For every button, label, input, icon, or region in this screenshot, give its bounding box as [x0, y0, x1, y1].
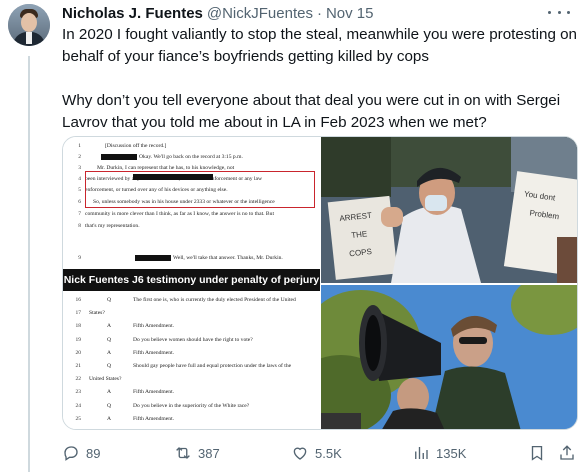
document-line-text: Well, we'll take that answer. Thanks, Mr…	[173, 255, 283, 261]
document-line-text: community is more clever than I think, a…	[85, 211, 275, 217]
document-line-text: Should gay people have full and equal pr…	[133, 363, 292, 369]
more-options-icon[interactable]	[548, 4, 570, 20]
document-qa-mark: A	[107, 389, 112, 395]
document-line-number: 22	[75, 376, 82, 382]
share-icon	[560, 445, 574, 460]
testimony-document-image[interactable]: 1 [Discussion off the record.] 2 Okay. We'l…	[63, 137, 320, 429]
document-line-number: 7	[78, 211, 81, 217]
document-line-text: Fifth Amendment.	[133, 350, 175, 356]
views-icon	[415, 447, 428, 459]
document-line-number: 16	[75, 297, 82, 303]
document-line-text: Fifth Amendment.	[133, 416, 175, 422]
document-qa-mark: A	[107, 323, 112, 329]
document-line-number: 25	[75, 416, 82, 422]
megaphone-photo[interactable]	[321, 285, 577, 429]
document-qa-mark: A	[107, 350, 112, 356]
avatar[interactable]	[8, 4, 50, 46]
document-qa-mark: Q	[107, 297, 112, 303]
repost-count: 387	[198, 445, 220, 461]
document-qa-mark: Q	[107, 363, 112, 369]
document-line-number: 6	[78, 199, 81, 205]
redaction-bar	[101, 154, 137, 160]
reply-count: 89	[86, 445, 101, 461]
document-line-number: 8	[78, 223, 81, 229]
document-line-number: 21	[75, 363, 82, 369]
document-line-text: The first one is, who is currently the d…	[133, 297, 296, 303]
document-line-number: 20	[75, 350, 82, 356]
document-line-number: 1	[78, 143, 81, 149]
tweet-date[interactable]: Nov 15	[326, 5, 374, 22]
document-line-text: [Discussion off the record.]	[105, 143, 167, 149]
thread-line	[28, 56, 30, 472]
like-count: 5.5K	[315, 445, 342, 461]
document-line-number: 19	[75, 337, 82, 343]
document-line-number: 3	[78, 165, 81, 171]
like-button[interactable]: 5.5K	[291, 442, 342, 464]
document-line-text: that's my representation.	[85, 223, 140, 229]
author-name[interactable]: Nicholas J. Fuentes	[62, 5, 203, 22]
reply-icon	[64, 446, 78, 461]
protest-photo[interactable]: ARREST THE COPS You dont Problem	[321, 137, 577, 283]
document-line-text: Okay. We'll go back on the record at 3:1…	[139, 154, 243, 160]
document-line-text: Do you believe women should have the rig…	[133, 337, 253, 343]
action-bar: 89 387 5.5K 135K	[62, 442, 574, 464]
document-line-number: 4	[78, 176, 81, 182]
document-line-text: United States?	[89, 376, 122, 382]
views-button[interactable]: 135K	[412, 442, 466, 464]
reply-button[interactable]: 89	[62, 442, 100, 464]
sign-text-line: THE	[351, 229, 368, 240]
document-qa-mark: A	[107, 416, 112, 422]
media-grid[interactable]: 1 [Discussion off the record.] 2 Okay. We'l…	[62, 136, 578, 430]
bookmark-button[interactable]	[528, 442, 546, 464]
document-line-number: 24	[75, 403, 82, 409]
tweet-card[interactable]: Nicholas J. Fuentes @NickJFuentes · Nov …	[0, 0, 585, 472]
tweet-paragraph-2: Why don’t you tell everyone about that d…	[62, 92, 561, 131]
tweet-header: Nicholas J. Fuentes @NickJFuentes · Nov …	[62, 3, 374, 23]
separator: ·	[316, 4, 322, 22]
document-line-text: Fifth Amendment.	[133, 323, 175, 329]
document-line-number: 2	[78, 154, 81, 160]
document-line-text: Fifth Amendment.	[133, 389, 175, 395]
highlight-box	[85, 171, 315, 208]
document-qa-mark: Q	[107, 337, 112, 343]
repost-icon	[176, 447, 190, 459]
document-line-text: States?	[89, 310, 105, 316]
document-banner: Nick Fuentes J6 testimony under penalty …	[63, 269, 320, 291]
document-line-number: 9	[78, 255, 81, 261]
redaction-bar	[135, 255, 171, 261]
share-button[interactable]	[558, 442, 576, 464]
tweet-paragraph-1: In 2020 I fought valiantly to stop the s…	[62, 26, 578, 65]
view-count: 135K	[436, 445, 467, 461]
document-line-number: 23	[75, 389, 82, 395]
document-qa-mark: Q	[107, 403, 112, 409]
heart-icon	[293, 447, 307, 460]
author-handle[interactable]: @NickJFuentes	[207, 5, 313, 22]
document-line-number: 17	[75, 310, 82, 316]
document-line-number: 5	[78, 187, 81, 193]
document-line-number: 18	[75, 323, 82, 329]
repost-button[interactable]: 387	[174, 442, 220, 464]
bookmark-icon	[531, 445, 543, 461]
tweet-text: In 2020 I fought valiantly to stop the s…	[62, 24, 580, 134]
megaphone-photo-art	[321, 285, 577, 429]
protest-photo-art: ARREST THE COPS You dont Problem	[321, 137, 577, 283]
document-line-text: Do you believe in the superiority of the…	[133, 403, 250, 409]
